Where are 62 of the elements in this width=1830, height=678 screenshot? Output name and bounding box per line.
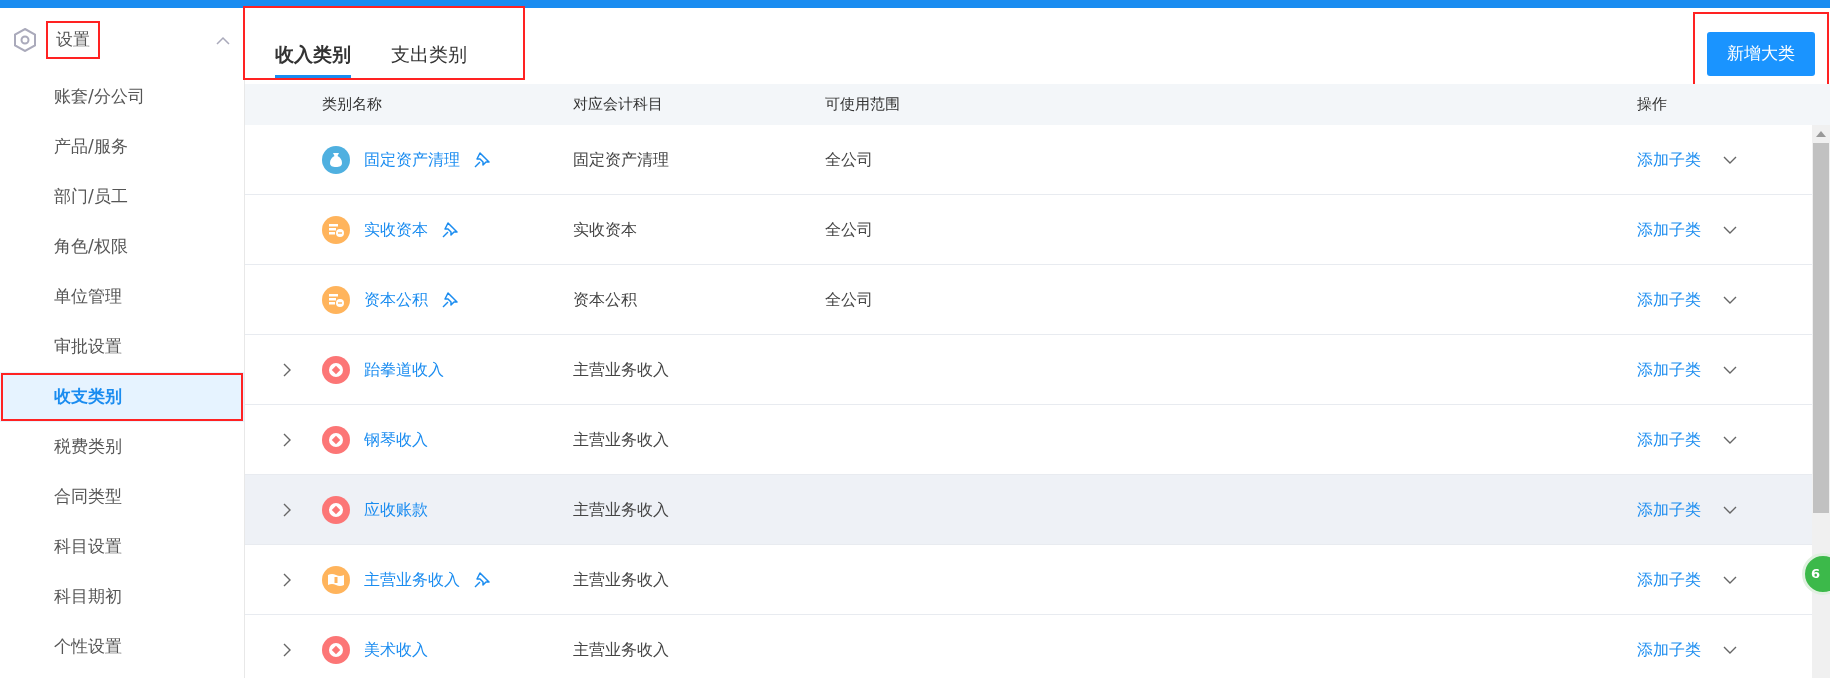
sidebar-item[interactable]: 部门/员工: [0, 172, 244, 222]
tab[interactable]: 支出类别: [391, 22, 467, 78]
table-cell: 实收资本: [573, 219, 637, 239]
add-subcategory-link[interactable]: 添加子类: [1637, 637, 1701, 662]
table-cell: 全公司: [825, 149, 873, 169]
category-name[interactable]: 钢琴收入: [364, 427, 428, 452]
add-subcategory-link[interactable]: 添加子类: [1637, 567, 1701, 592]
table-cell: 全公司: [825, 289, 873, 309]
sidebar-item[interactable]: 产品/服务: [0, 122, 244, 172]
table-cell: 主营业务收入: [573, 429, 669, 449]
add-subcategory-link[interactable]: 添加子类: [1637, 287, 1701, 312]
column-header: 操作: [1637, 94, 1668, 116]
dropdown-caret-icon[interactable]: [1723, 295, 1737, 304]
dropdown-caret-icon[interactable]: [1723, 365, 1737, 374]
scroll-up-arrow-icon: [1816, 131, 1826, 137]
pin-icon[interactable]: [442, 291, 458, 308]
sidebar-item[interactable]: 科目设置: [0, 522, 244, 572]
category-name[interactable]: 实收资本: [364, 217, 428, 242]
dropdown-caret-icon[interactable]: [1723, 645, 1737, 654]
sidebar-item[interactable]: 税费类别: [0, 422, 244, 472]
dropdown-caret-icon[interactable]: [1723, 155, 1737, 164]
hexagon-gear-icon: [14, 28, 36, 52]
pin-icon[interactable]: [442, 221, 458, 238]
category-name[interactable]: 跆拳道收入: [364, 357, 444, 382]
category-name[interactable]: 应收账款: [364, 497, 428, 522]
category-name[interactable]: 美术收入: [364, 637, 428, 662]
sidebar-item[interactable]: 审批设置: [0, 322, 244, 372]
category-name[interactable]: 主营业务收入: [364, 567, 460, 592]
add-subcategory-link[interactable]: 添加子类: [1637, 357, 1701, 382]
add-category-button[interactable]: 新增大类: [1707, 32, 1815, 76]
add-subcategory-link[interactable]: 添加子类: [1637, 217, 1701, 242]
table-cell: 主营业务收入: [573, 569, 669, 589]
dropdown-caret-icon[interactable]: [1723, 435, 1737, 444]
table-cell: 主营业务收入: [573, 639, 669, 659]
add-subcategory-link[interactable]: 添加子类: [1637, 497, 1701, 522]
category-name[interactable]: 资本公积: [364, 287, 428, 312]
table-cell: 资本公积: [573, 289, 637, 309]
sidebar-title: 设置: [48, 23, 98, 57]
sidebar-item[interactable]: 个性设置: [0, 622, 244, 672]
column-header: 类别名称: [321, 94, 383, 116]
pin-icon[interactable]: [474, 571, 490, 588]
add-subcategory-link[interactable]: 添加子类: [1637, 427, 1701, 452]
column-header: 可使用范围: [825, 94, 901, 116]
table-cell: 主营业务收入: [573, 499, 669, 519]
sidebar-item[interactable]: 合同类型: [0, 472, 244, 522]
dropdown-caret-icon[interactable]: [1723, 225, 1737, 234]
sidebar-item[interactable]: 角色/权限: [0, 222, 244, 272]
column-header: 对应会计科目: [573, 94, 664, 116]
table-cell: 固定资产清理: [573, 149, 669, 169]
dropdown-caret-icon[interactable]: [1723, 505, 1737, 514]
table-cell: 全公司: [825, 219, 873, 239]
sidebar-item[interactable]: 科目期初: [0, 572, 244, 622]
table-cell: 主营业务收入: [573, 359, 669, 379]
sidebar-item[interactable]: 收支类别: [0, 372, 244, 422]
pin-icon[interactable]: [474, 151, 490, 168]
sidebar-item[interactable]: 账套/分公司: [0, 72, 244, 122]
sidebar-item[interactable]: 单位管理: [0, 272, 244, 322]
scrollbar[interactable]: [1812, 125, 1830, 678]
category-name[interactable]: 固定资产清理: [364, 147, 460, 172]
dropdown-caret-icon[interactable]: [1723, 575, 1737, 584]
tab[interactable]: 收入类别: [275, 22, 351, 78]
add-subcategory-link[interactable]: 添加子类: [1637, 147, 1701, 172]
